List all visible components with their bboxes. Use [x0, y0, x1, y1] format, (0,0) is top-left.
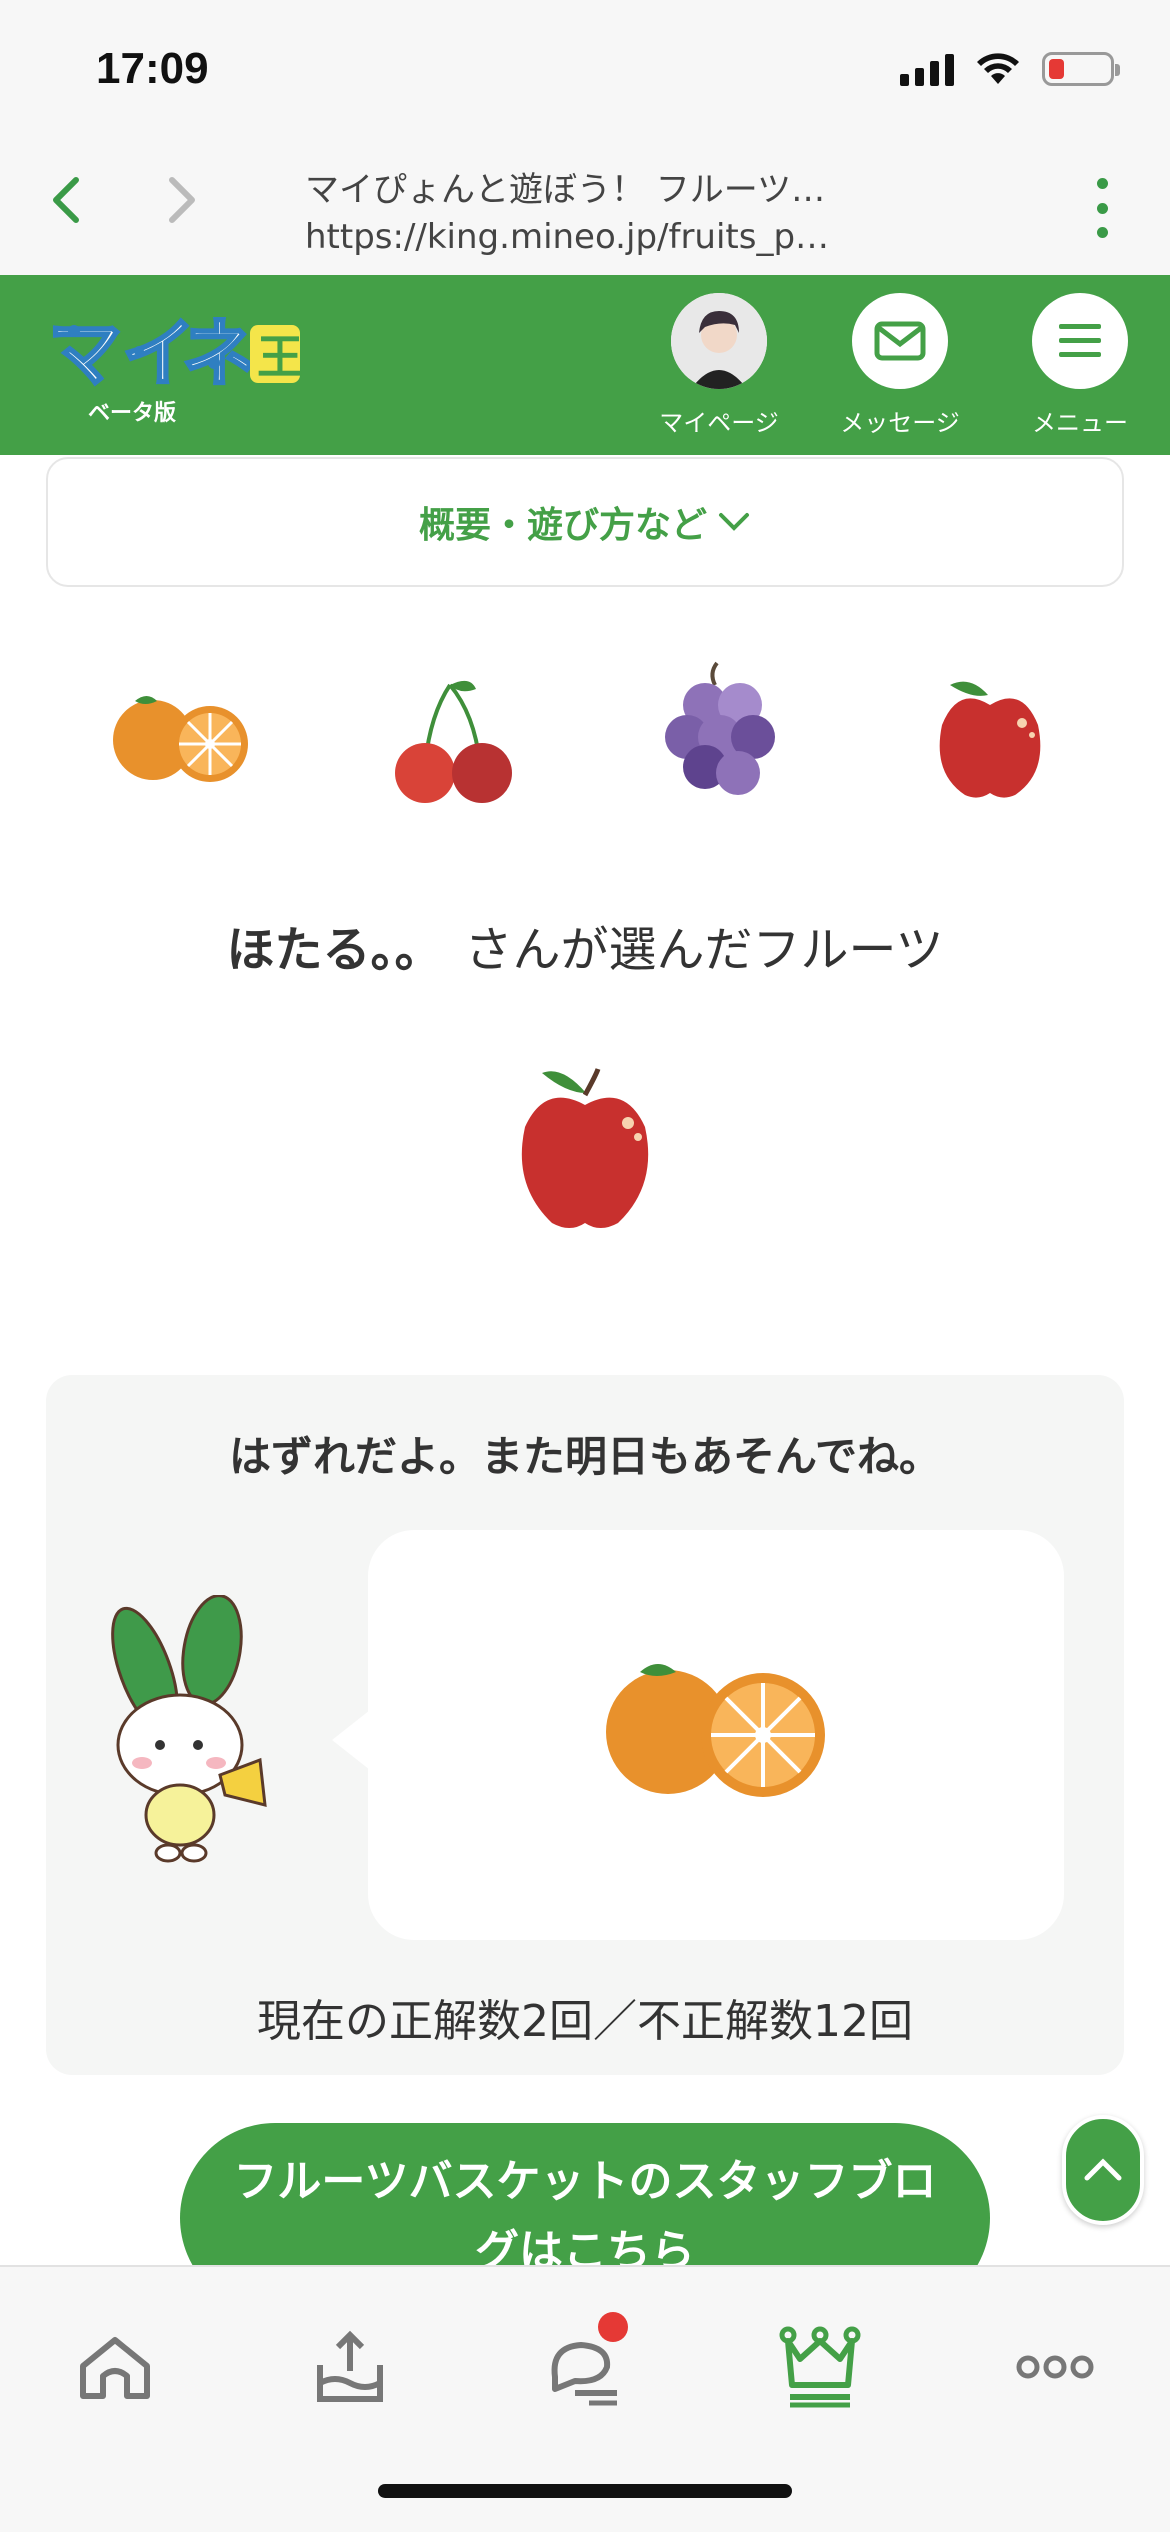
logo-beta-label: ベータ版 [88, 401, 177, 426]
chosen-user-name: ほたる。。 [226, 922, 443, 978]
crown-icon [779, 2326, 861, 2408]
status-time: 17:09 [96, 44, 209, 93]
site-header: マイ ネ 王 ベータ版 マイページ メッセージ メニュー [0, 275, 1170, 455]
overview-toggle[interactable]: 概要・遊び方など [46, 457, 1124, 587]
avatar [671, 293, 767, 389]
speech-bubble [332, 1530, 1064, 1940]
more-options-icon[interactable] [1094, 178, 1110, 238]
address-bar[interactable]: マイぴょんと遊ぼう！ フルーツ… https://king.mineo.jp/f… [305, 162, 925, 257]
browser-bar: マイぴょんと遊ぼう！ フルーツ… https://king.mineo.jp/f… [0, 140, 1170, 275]
tab-king[interactable] [765, 2312, 875, 2422]
result-orange-icon [606, 1664, 825, 1797]
tab-chat[interactable] [530, 2312, 640, 2422]
chosen-apple-icon [521, 1068, 649, 1228]
scroll-to-top-button[interactable] [1062, 2115, 1144, 2225]
upload-icon [317, 2330, 383, 2402]
result-card: はずれだよ。また明日もあそんでね。 現在の正解数2回／不正解数12回 [46, 1375, 1124, 2075]
score-text: 現在の正解数2回／不正解数12回 [257, 1996, 913, 2047]
mypage-button[interactable]: マイページ [634, 293, 804, 438]
chevron-down-icon [719, 513, 749, 531]
cherry-icon[interactable] [380, 655, 540, 815]
overview-label: 概要・遊び方など [418, 505, 707, 546]
svg-text:マイ: マイ [48, 311, 196, 397]
tab-upload[interactable] [295, 2312, 405, 2422]
mascot-rabbit-icon [111, 1595, 267, 1863]
more-icon [1016, 2355, 1094, 2379]
back-icon[interactable] [38, 170, 98, 230]
staff-blog-button[interactable]: フルーツバスケットのスタッフブログはこちら [180, 2123, 990, 2265]
result-title: はずれだよ。また明日もあそんでね。 [229, 1432, 941, 1481]
orange-icon[interactable] [95, 655, 260, 815]
mypage-label: マイページ [659, 409, 779, 437]
hamburger-icon [1059, 324, 1101, 357]
svg-text:ネ: ネ [182, 311, 256, 397]
notification-dot [598, 2312, 628, 2342]
message-button[interactable]: メッセージ [815, 293, 985, 438]
home-indicator [378, 2484, 792, 2498]
mail-icon [874, 321, 926, 361]
menu-label: メニュー [1032, 409, 1128, 437]
chevron-up-icon [1084, 2158, 1122, 2181]
chosen-fruit-suffix: さんが選んだフルーツ [464, 922, 944, 978]
cellular-signal-icon [900, 52, 954, 86]
forward-icon[interactable] [150, 170, 210, 230]
menu-button[interactable]: メニュー [995, 293, 1165, 438]
grape-icon[interactable] [645, 655, 805, 815]
status-icons [900, 52, 1120, 86]
apple-icon[interactable] [910, 655, 1070, 815]
battery-icon [1042, 52, 1120, 86]
message-label: メッセージ [840, 409, 960, 437]
fruit-options [0, 655, 1170, 815]
status-bar: 17:09 [0, 0, 1170, 140]
home-icon [80, 2337, 150, 2399]
staff-blog-label: フルーツバスケットのスタッフブログはこちら [233, 2156, 937, 2265]
tab-more[interactable] [1000, 2312, 1110, 2422]
chosen-fruit-text: ほたる。。 さんが選んだフルーツ [0, 910, 1170, 980]
browser-page-title: マイぴょんと遊ぼう！ フルーツ… [305, 170, 826, 210]
svg-text:王: 王 [257, 330, 303, 384]
tab-home[interactable] [60, 2312, 170, 2422]
main-content: 概要・遊び方など ほたる。。 さんが選んだフルーツ はずれだよ。また明日もあそん… [0, 455, 1170, 2265]
wifi-icon [977, 53, 1019, 84]
browser-url: https://king.mineo.jp/fruits_p… [305, 217, 830, 257]
